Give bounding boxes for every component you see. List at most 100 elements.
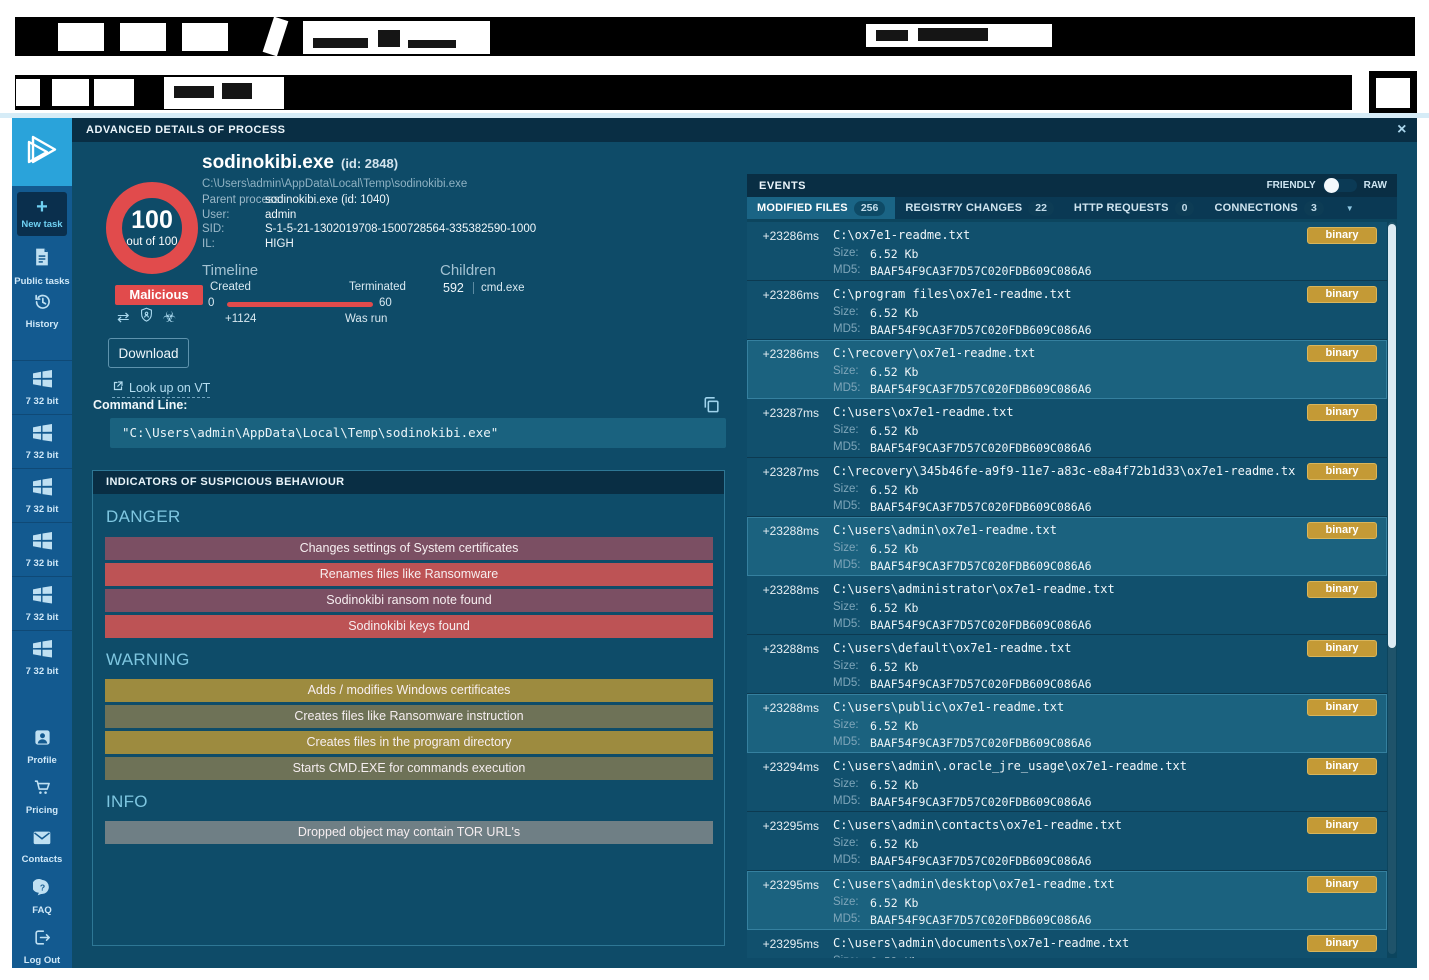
document-icon [32, 246, 52, 273]
sidebar-item-pricing[interactable]: Pricing [12, 772, 72, 822]
binary-button[interactable]: binary [1307, 876, 1377, 893]
binary-button[interactable]: binary [1307, 699, 1377, 716]
md5-value: BAAF54F9CA3F7D57C020FDB609C086A6 [870, 559, 1092, 573]
event-row[interactable]: +23295ms C:\users\admin\documents\ox7e1-… [747, 930, 1387, 958]
event-row[interactable]: +23295ms C:\users\admin\contacts\ox7e1-r… [747, 812, 1387, 871]
indicator-warning-bar[interactable]: Creates files like Ransomware instructio… [105, 705, 713, 728]
event-time: +23286ms [751, 288, 819, 302]
indicator-danger-bar[interactable]: Changes settings of System certificates [105, 537, 713, 560]
indicators-panel: INDICATORS OF SUSPICIOUS BEHAVIOUR DANGE… [92, 470, 725, 946]
cmdline-label: Command Line: [93, 398, 187, 412]
event-row[interactable]: +23288ms C:\users\administrator\ox7e1-re… [747, 576, 1387, 635]
size-value: 6.52 Kb [870, 542, 918, 556]
indicator-info-bar[interactable]: Dropped object may contain TOR URL's [105, 821, 713, 844]
detail-label: User: [202, 209, 265, 221]
event-row[interactable]: +23286ms C:\ox7e1-readme.txt Size: 6.52 … [747, 222, 1387, 281]
event-row[interactable]: +23286ms C:\recovery\ox7e1-readme.txt Si… [747, 340, 1387, 399]
event-row[interactable]: +23295ms C:\users\admin\desktop\ox7e1-re… [747, 871, 1387, 930]
indicator-warning-bar[interactable]: Creates files in the program directory [105, 731, 713, 754]
event-row[interactable]: +23288ms C:\users\admin\ox7e1-readme.txt… [747, 517, 1387, 576]
close-icon[interactable]: × [1397, 118, 1407, 142]
child-process-name[interactable]: cmd.exe [481, 282, 524, 294]
event-file-path: C:\users\default\ox7e1-readme.txt [833, 641, 1295, 655]
indicator-text: Changes settings of System certificates [300, 541, 519, 555]
vt-lookup-link[interactable]: Look up on VT [112, 380, 210, 398]
events-scrollbar-thumb[interactable] [1388, 224, 1396, 648]
indicator-danger-bar[interactable]: Renames files like Ransomware [105, 563, 713, 586]
redaction-cutout [16, 79, 40, 106]
biohazard-icon[interactable]: ☣ [163, 308, 176, 326]
event-row[interactable]: +23288ms C:\users\public\ox7e1-readme.tx… [747, 694, 1387, 753]
events-tab[interactable]: REGISTRY CHANGES 22 [895, 197, 1064, 219]
sidebar-item-faq[interactable]: ? FAQ [12, 872, 72, 922]
shield-icon[interactable] [139, 307, 154, 327]
event-row[interactable]: +23287ms C:\recovery\345b46fe-a9f9-11e7-… [747, 458, 1387, 517]
anyrun-logo[interactable] [12, 118, 72, 186]
redaction-mark [876, 30, 908, 41]
sidebar-task-win7[interactable]: 7 32 bit [12, 630, 72, 684]
sidebar-task-win7[interactable]: 7 32 bit [12, 522, 72, 576]
binary-button[interactable]: binary [1307, 404, 1377, 421]
size-value: 6.52 Kb [870, 837, 918, 851]
event-row[interactable]: +23288ms C:\users\default\ox7e1-readme.t… [747, 635, 1387, 694]
detail-value: S-1-5-21-1302019708-1500728564-335382590… [265, 223, 536, 235]
tab-label: REGISTRY CHANGES [905, 202, 1022, 214]
sidebar-item-profile[interactable]: Profile [12, 722, 72, 772]
sidebar-task-win7[interactable]: 7 32 bit [12, 468, 72, 522]
event-row[interactable]: +23294ms C:\users\admin\.oracle_jre_usag… [747, 753, 1387, 812]
sidebar-item-new-task[interactable]: + New task [17, 192, 67, 236]
binary-button[interactable]: binary [1307, 817, 1377, 834]
md5-value: BAAF54F9CA3F7D57C020FDB609C086A6 [870, 382, 1092, 396]
sidebar-task-win7[interactable]: 7 32 bit [12, 360, 72, 414]
chevron-down-icon[interactable]: ▼ [1334, 197, 1366, 219]
score-caption: out of 100 [106, 236, 198, 248]
binary-button[interactable]: binary [1307, 345, 1377, 362]
swap-arrows-icon[interactable]: ⇄ [117, 308, 130, 326]
binary-button[interactable]: binary [1307, 227, 1377, 244]
event-time: +23286ms [751, 229, 819, 243]
events-tab[interactable]: MODIFIED FILES 256 [747, 197, 895, 219]
indicator-warning-bar[interactable]: Starts CMD.EXE for commands execution [105, 757, 713, 780]
detail-value: sodinokibi.exe (id: 1040) [265, 194, 390, 206]
event-time: +23295ms [751, 819, 819, 833]
sidebar-task-win7[interactable]: 7 32 bit [12, 576, 72, 630]
raw-label[interactable]: RAW [1364, 180, 1387, 191]
friendly-label[interactable]: FRIENDLY [1267, 180, 1316, 191]
events-tab[interactable]: CONNECTIONS 3 [1204, 197, 1333, 219]
size-value: 6.52 Kb [870, 955, 918, 958]
binary-button[interactable]: binary [1307, 758, 1377, 775]
events-tabs-bar: MODIFIED FILES 256 REGISTRY CHANGES 22 H… [747, 197, 1397, 219]
modal-header: ADVANCED DETAILS OF PROCESS × [72, 118, 1417, 142]
binary-button[interactable]: binary [1307, 640, 1377, 657]
binary-button[interactable]: binary [1307, 935, 1377, 952]
indicator-warning-bar[interactable]: Adds / modifies Windows certificates [105, 679, 713, 702]
sidebar-item-public-tasks[interactable]: Public tasks [12, 244, 72, 288]
size-label: Size: [833, 247, 859, 259]
size-label: Size: [833, 719, 859, 731]
copy-icon[interactable] [702, 394, 721, 420]
md5-label: MD5: [833, 441, 860, 453]
process-name: sodinokibi.exe [202, 152, 334, 173]
modal-title: ADVANCED DETAILS OF PROCESS [86, 124, 286, 136]
binary-button[interactable]: binary [1307, 581, 1377, 598]
event-time: +23288ms [751, 642, 819, 656]
sidebar-item-logout[interactable]: Log Out [12, 922, 72, 972]
download-button[interactable]: Download [108, 338, 189, 368]
sidebar-item-history[interactable]: History [12, 288, 72, 332]
sidebar-item-contacts[interactable]: Contacts [12, 822, 72, 872]
event-file-path: C:\users\public\ox7e1-readme.txt [833, 700, 1295, 714]
indicator-danger-bar[interactable]: Sodinokibi keys found [105, 615, 713, 638]
binary-button[interactable]: binary [1307, 463, 1377, 480]
indicator-danger-bar[interactable]: Sodinokibi ransom note found [105, 589, 713, 612]
md5-value: BAAF54F9CA3F7D57C020FDB609C086A6 [870, 441, 1092, 455]
events-tab[interactable]: HTTP REQUESTS 0 [1064, 197, 1205, 219]
sidebar-task-win7[interactable]: 7 32 bit [12, 414, 72, 468]
event-row[interactable]: +23286ms C:\program files\ox7e1-readme.t… [747, 281, 1387, 340]
friendly-raw-toggle[interactable] [1323, 179, 1357, 192]
event-row[interactable]: +23287ms C:\users\ox7e1-readme.txt Size:… [747, 399, 1387, 458]
event-time: +23287ms [751, 465, 819, 479]
tab-count-badge: 256 [854, 201, 886, 216]
size-value: 6.52 Kb [870, 365, 918, 379]
binary-button[interactable]: binary [1307, 286, 1377, 303]
binary-button[interactable]: binary [1307, 522, 1377, 539]
